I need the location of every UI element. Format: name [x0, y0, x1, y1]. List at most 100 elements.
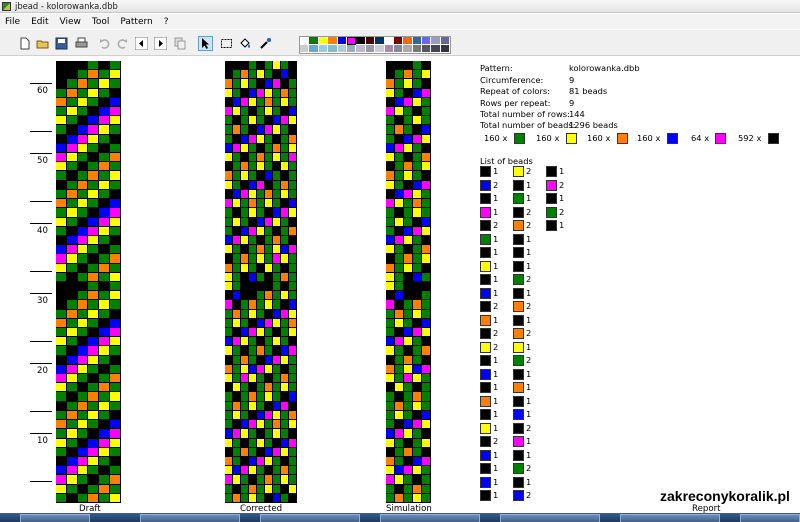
bead-cell[interactable] [249, 337, 257, 347]
bead-cell[interactable] [77, 328, 89, 338]
bead-cell[interactable] [281, 309, 289, 319]
bead-cell[interactable] [249, 438, 257, 448]
bead-cell[interactable] [66, 318, 78, 329]
bead-cell[interactable] [110, 383, 121, 393]
bead-cell[interactable] [265, 383, 273, 393]
bead-cell[interactable] [273, 337, 281, 347]
bead-cell[interactable] [273, 125, 281, 135]
bead-cell[interactable] [77, 392, 89, 402]
bead-cell[interactable] [66, 180, 78, 190]
bead-cell[interactable] [273, 374, 281, 384]
bead-cell[interactable] [88, 420, 100, 430]
bead-cell[interactable] [225, 217, 233, 227]
bead-cell[interactable] [265, 180, 273, 190]
bead-cell[interactable] [281, 97, 289, 108]
menu-file[interactable]: File [5, 17, 20, 27]
bead-cell[interactable] [110, 291, 121, 301]
bead-cell[interactable] [241, 355, 249, 365]
bead-cell[interactable] [289, 401, 297, 411]
bead-cell[interactable] [241, 143, 249, 154]
bead-cell[interactable] [289, 61, 297, 71]
bead-cell[interactable] [273, 438, 281, 448]
bead-cell[interactable] [265, 245, 273, 255]
bead-cell[interactable] [249, 447, 257, 457]
bead-cell[interactable] [110, 134, 121, 144]
bead-cell[interactable] [289, 70, 297, 80]
bead-cell[interactable] [56, 61, 67, 71]
bead-cell[interactable] [56, 254, 67, 264]
bead-cell[interactable] [88, 346, 100, 356]
bead-cell[interactable] [241, 180, 249, 190]
bead-cell[interactable] [66, 484, 78, 494]
bead-cell[interactable] [110, 88, 121, 98]
bead-cell[interactable] [257, 254, 265, 264]
bead-cell[interactable] [66, 171, 78, 181]
menu-edit[interactable]: Edit [31, 17, 48, 27]
palette-swatch[interactable] [346, 45, 357, 53]
bead-cell[interactable] [88, 281, 100, 292]
bead-cell[interactable] [241, 401, 249, 411]
bead-cell[interactable] [66, 88, 78, 98]
bead-cell[interactable] [110, 484, 121, 494]
bead-cell[interactable] [233, 374, 241, 384]
bead-cell[interactable] [56, 318, 67, 329]
bead-cell[interactable] [88, 254, 100, 264]
bead-cell[interactable] [289, 364, 297, 375]
bead-cell[interactable] [249, 410, 257, 421]
bead-cell[interactable] [281, 88, 289, 98]
bead-cell[interactable] [225, 475, 233, 485]
bead-cell[interactable] [88, 383, 100, 393]
bead-cell[interactable] [56, 208, 67, 218]
bead-cell[interactable] [99, 153, 111, 163]
bead-cell[interactable] [281, 171, 289, 181]
bead-cell[interactable] [273, 309, 281, 319]
bead-cell[interactable] [88, 245, 100, 255]
bead-cell[interactable] [257, 208, 265, 218]
bead-cell[interactable] [233, 410, 241, 421]
bead-cell[interactable] [257, 189, 265, 200]
bead-cell[interactable] [281, 392, 289, 402]
bead-cell[interactable] [241, 484, 249, 494]
bead-cell[interactable] [233, 466, 241, 476]
bead-cell[interactable] [56, 281, 67, 292]
bead-cell[interactable] [273, 355, 281, 365]
bead-cell[interactable] [265, 88, 273, 98]
bead-cell[interactable] [56, 235, 67, 246]
bead-cell[interactable] [66, 401, 78, 411]
bead-cell[interactable] [110, 107, 121, 117]
bead-cell[interactable] [265, 97, 273, 108]
bead-cell[interactable] [289, 263, 297, 273]
bead-cell[interactable] [249, 420, 257, 430]
palette-swatch[interactable] [318, 45, 329, 53]
open-folder-icon[interactable] [35, 36, 50, 51]
bead-cell[interactable] [289, 153, 297, 163]
bead-cell[interactable] [241, 125, 249, 135]
bead-cell[interactable] [289, 245, 297, 255]
bead-cell[interactable] [241, 318, 249, 329]
bead-cell[interactable] [99, 199, 111, 209]
bead-cell[interactable] [281, 79, 289, 89]
bead-cell[interactable] [99, 245, 111, 255]
redo-icon[interactable] [115, 36, 130, 51]
palette-swatch[interactable] [384, 37, 394, 45]
bead-cell[interactable] [66, 281, 78, 292]
bead-cell[interactable] [56, 217, 67, 227]
bead-cell[interactable] [99, 208, 111, 218]
bead-cell[interactable] [265, 162, 273, 172]
palette-swatch[interactable] [440, 37, 451, 45]
bead-cell[interactable] [257, 309, 265, 319]
bead-cell[interactable] [257, 401, 265, 411]
bead-cell[interactable] [273, 208, 281, 218]
bead-cell[interactable] [66, 254, 78, 264]
bead-cell[interactable] [66, 309, 78, 319]
bead-cell[interactable] [225, 79, 233, 89]
bead-cell[interactable] [225, 355, 233, 365]
bead-cell[interactable] [88, 189, 100, 200]
bead-cell[interactable] [110, 153, 121, 163]
bead-cell[interactable] [249, 346, 257, 356]
bead-cell[interactable] [289, 309, 297, 319]
bead-cell[interactable] [289, 171, 297, 181]
bead-cell[interactable] [110, 162, 121, 172]
bead-cell[interactable] [273, 199, 281, 209]
bead-cell[interactable] [281, 189, 289, 200]
